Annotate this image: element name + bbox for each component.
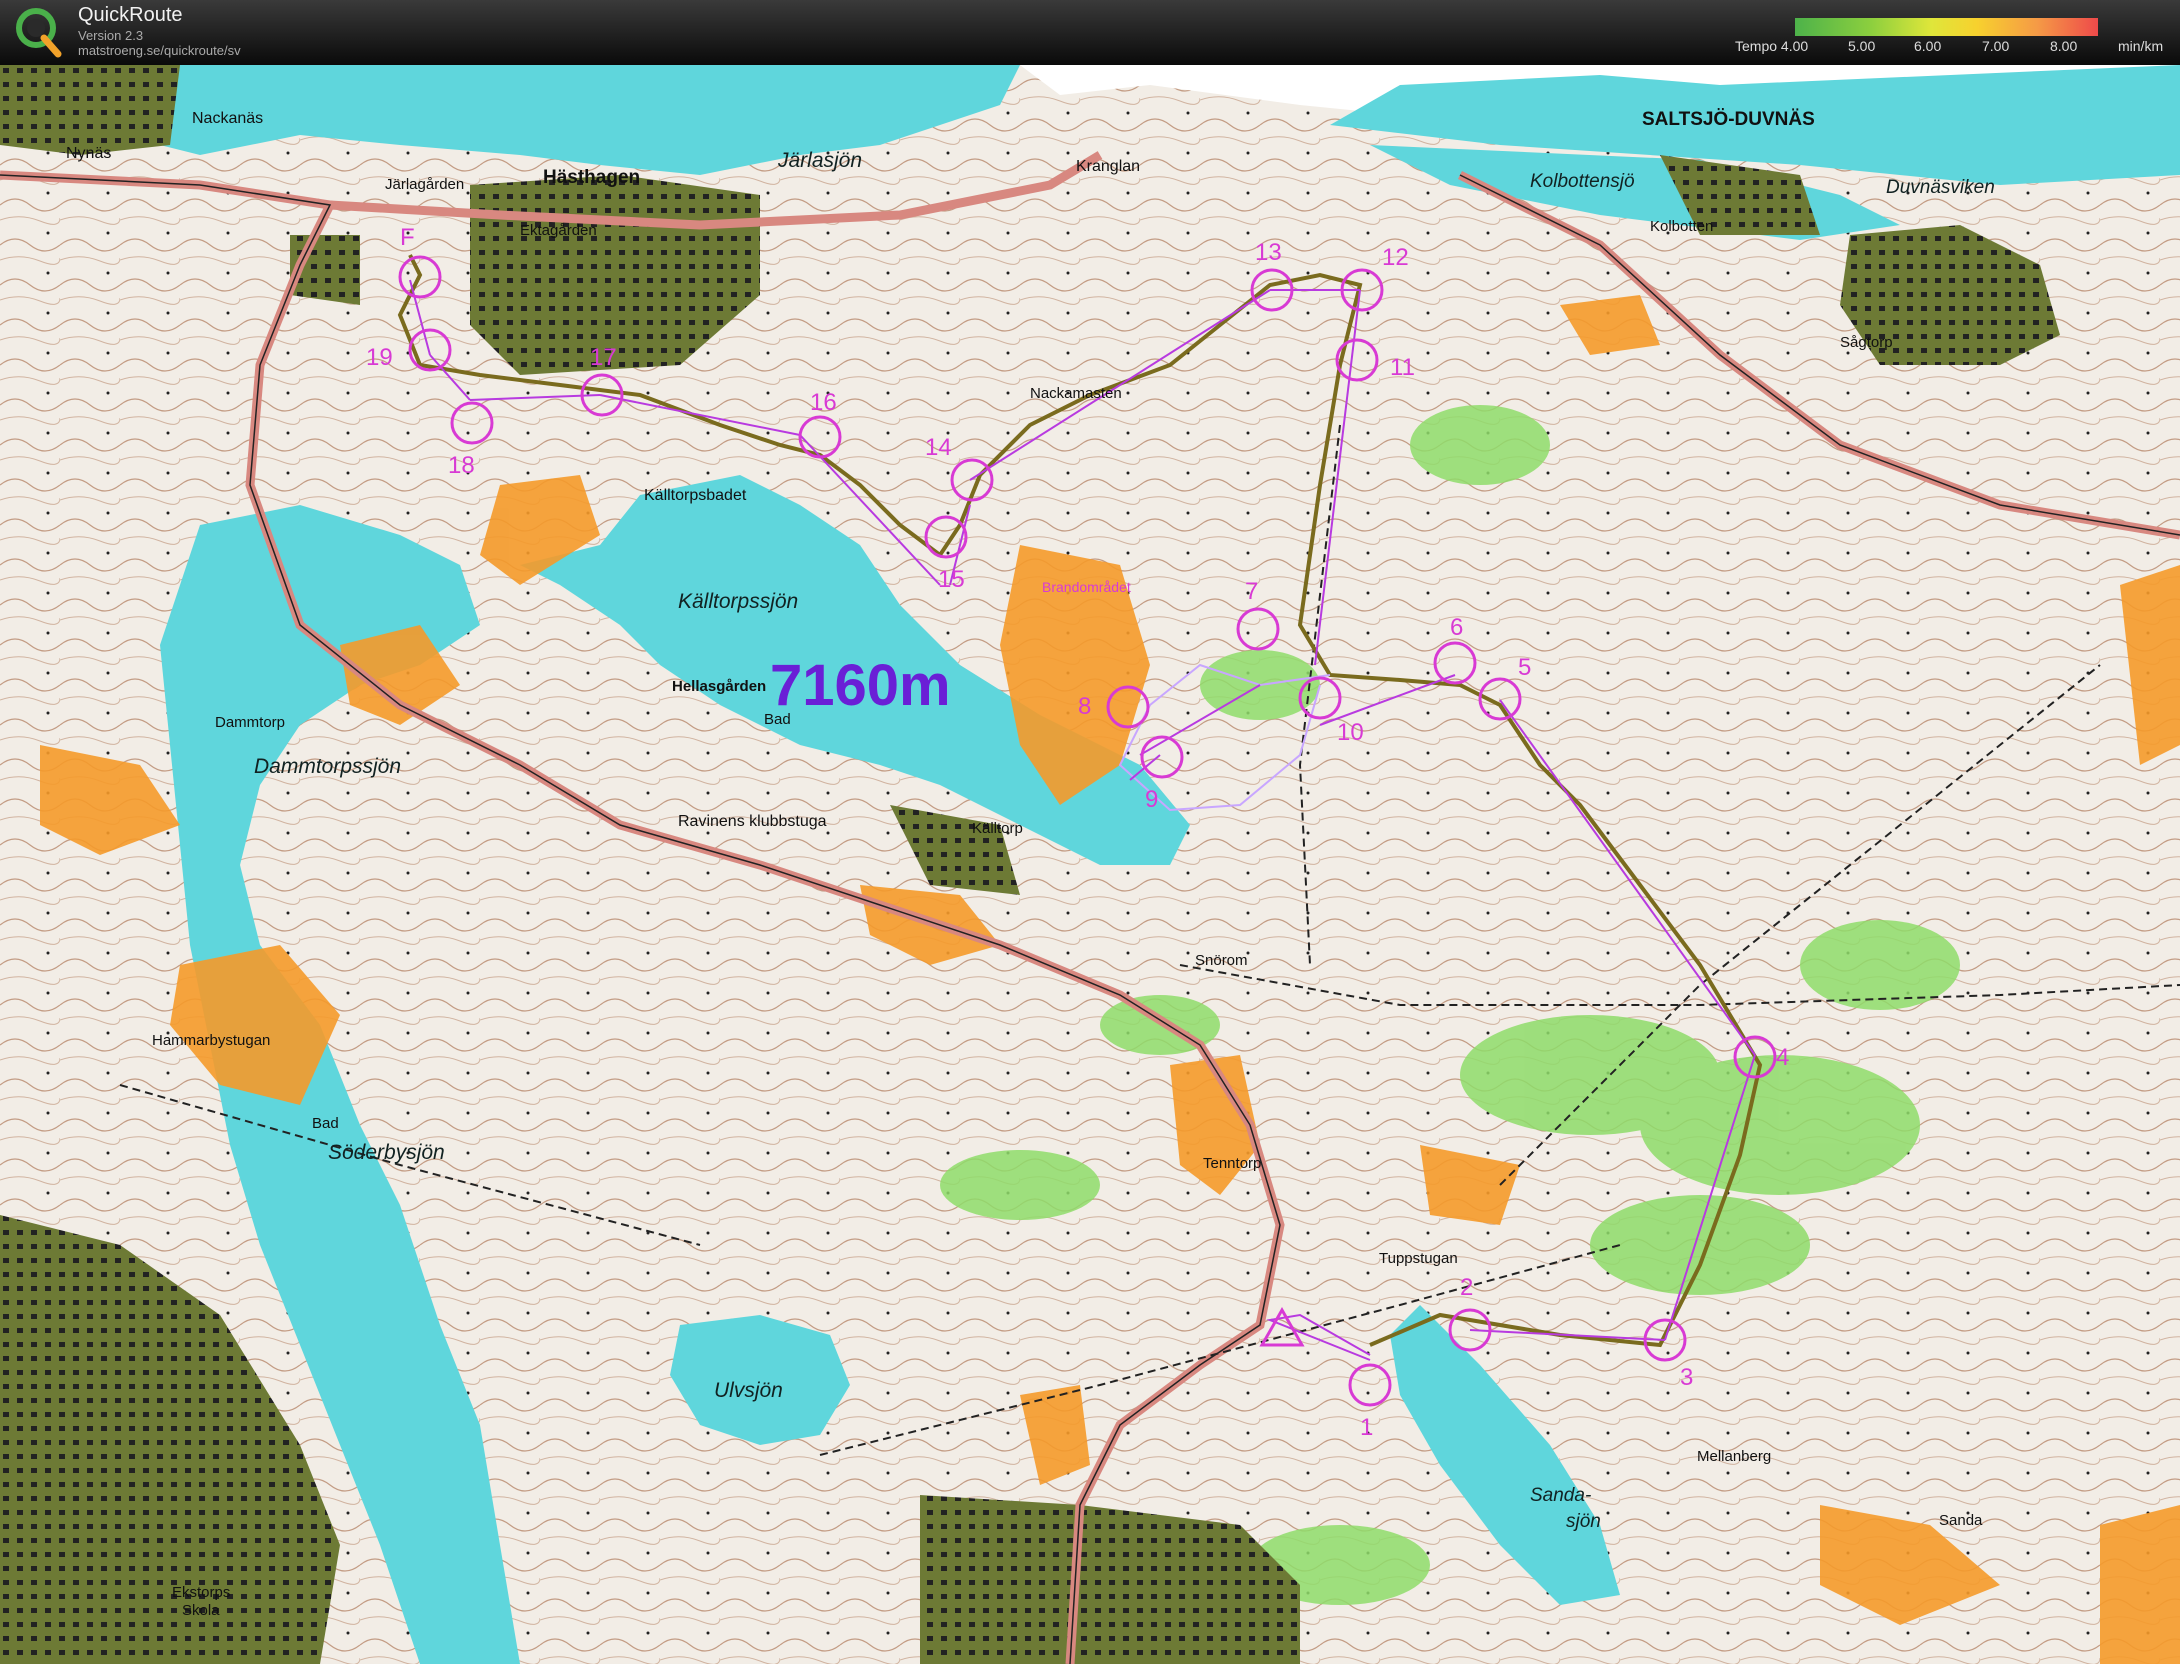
control-number: 1 xyxy=(1360,1414,1373,1441)
place-label: Ravinens klubbstuga xyxy=(678,813,827,830)
control-number: 6 xyxy=(1450,614,1463,641)
control-number: 14 xyxy=(925,434,952,461)
place-label: Kolbotten xyxy=(1650,218,1713,235)
place-label: Kolbottensjö xyxy=(1530,171,1635,192)
tempo-tick: 6.00 xyxy=(1914,38,1942,54)
place-label: Källtorpssjön xyxy=(678,590,798,613)
tempo-label: Tempo 4.00 xyxy=(1735,38,1809,54)
control-number: 12 xyxy=(1382,244,1409,271)
place-label: Järlagården xyxy=(385,176,464,193)
place-label: Sågtorp xyxy=(1840,334,1893,351)
control-number: 13 xyxy=(1255,239,1282,266)
place-label: Duvnäsviken xyxy=(1886,177,1995,198)
tempo-unit: min/km xyxy=(2118,38,2164,54)
place-label: Nackamasten xyxy=(1030,385,1122,402)
control-number: F xyxy=(400,224,415,251)
control-number: 15 xyxy=(938,566,965,593)
tempo-tick: 7.00 xyxy=(1982,38,2010,54)
control-number: 3 xyxy=(1680,1364,1693,1391)
quickroute-logo-icon xyxy=(16,8,62,58)
title-bar: QuickRoute Version 2.3 matstroeng.se/qui… xyxy=(0,0,2180,65)
place-label: Ektagården xyxy=(520,222,597,239)
place-label: Snörom xyxy=(1195,952,1248,969)
place-label: Källtorp xyxy=(972,820,1023,837)
tempo-tick: 5.00 xyxy=(1848,38,1876,54)
place-label: SALTSJÖ-DUVNÄS xyxy=(1642,109,1815,130)
place-label: Hammarbystugan xyxy=(152,1032,270,1049)
control-number: 2 xyxy=(1460,1274,1473,1301)
place-label: Källtorpsbadet xyxy=(644,487,747,504)
control-number: 4 xyxy=(1776,1044,1789,1071)
control-number: 17 xyxy=(590,344,617,371)
place-label: Tuppstugan xyxy=(1379,1250,1458,1267)
app-name: QuickRoute xyxy=(78,4,183,26)
tempo-tick: 8.00 xyxy=(2050,38,2078,54)
place-label: Skola xyxy=(182,1602,220,1619)
place-label: Ekstorps xyxy=(172,1584,230,1601)
place-label: Brandområdet xyxy=(1042,579,1131,595)
place-label: Ulvsjön xyxy=(714,1379,783,1402)
control-number: 5 xyxy=(1518,654,1531,681)
control-number: 11 xyxy=(1390,354,1415,381)
place-label: Dammtorp xyxy=(215,714,285,731)
place-label: Hellasgården xyxy=(672,678,766,695)
control-number: 9 xyxy=(1145,786,1158,813)
app-version: Version 2.3 xyxy=(78,28,144,43)
control-number: 10 xyxy=(1337,719,1364,746)
place-label: Nynäs xyxy=(66,145,111,162)
place-label: Bad xyxy=(312,1115,339,1132)
route-length-label: 7160m xyxy=(770,653,951,718)
orienteering-map[interactable]: 1 2 3 4 5 6 7 8 9 10 11 12 13 14 15 16 1… xyxy=(0,65,2180,1664)
place-label: Söderbysjön xyxy=(328,1141,445,1164)
tempo-color-scale xyxy=(1795,18,2098,36)
quickroute-window: QuickRoute Version 2.3 matstroeng.se/qui… xyxy=(0,0,2180,1664)
place-label: Järlasjön xyxy=(777,149,862,172)
place-label: Kranglan xyxy=(1076,158,1140,175)
place-label: sjön xyxy=(1566,1511,1601,1532)
place-label: Mellanberg xyxy=(1697,1448,1771,1465)
control-number: 18 xyxy=(448,452,475,479)
place-label: Sanda xyxy=(1939,1512,1983,1529)
control-number: 7 xyxy=(1245,578,1258,605)
control-number: 16 xyxy=(810,389,837,416)
place-label: Nackanäs xyxy=(192,110,263,127)
app-url: matstroeng.se/quickroute/sv xyxy=(78,43,241,58)
place-label: Sanda- xyxy=(1530,1485,1591,1506)
place-label: Tenntorp xyxy=(1203,1155,1261,1172)
place-label: Hästhagen xyxy=(543,167,640,188)
place-label: Dammtorpssjön xyxy=(254,755,401,778)
control-number: 8 xyxy=(1078,693,1091,720)
control-number: 19 xyxy=(366,344,393,371)
